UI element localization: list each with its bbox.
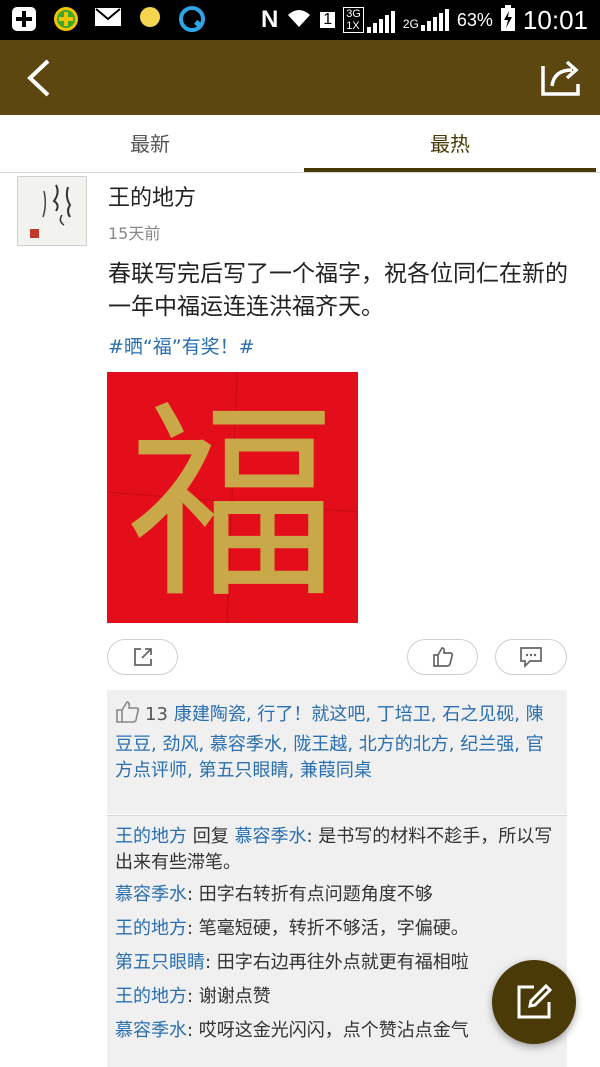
add-icon — [10, 6, 38, 34]
comment-user[interactable]: 慕容季水 — [115, 1020, 187, 1041]
compose-button[interactable] — [492, 960, 576, 1044]
comment-user[interactable]: 王的地方 — [115, 918, 187, 939]
fu-character-image: 福 — [107, 372, 358, 623]
comments-panel: 王的地方 回复 慕容季水: 是书写的材料不趁手，所以写出来有些滞笔。 慕容季水:… — [107, 815, 567, 1067]
post-tag[interactable]: #晒“福”有奖！# — [108, 332, 255, 359]
post-author[interactable]: 王的地方 — [108, 180, 196, 212]
sim-slot: 1 — [320, 12, 336, 28]
comment-text: : 哎呀这金光闪闪，点个赞沾点金气 — [187, 1020, 469, 1041]
comment-text: : 笔毫短硬，转折不够活，字偏硬。 — [187, 918, 469, 939]
plus-badge-icon — [52, 6, 80, 34]
share-button[interactable] — [107, 639, 178, 675]
nfc-icon: N — [260, 6, 279, 33]
reply-word: 回复 — [192, 826, 229, 847]
browser-icon — [178, 6, 206, 34]
tab-latest[interactable]: 最新 — [0, 115, 300, 173]
comment-user[interactable]: 王的地方 — [115, 986, 187, 1007]
comment-item: 慕容季水: 田字右转折有点问题角度不够 — [115, 882, 559, 908]
like-names[interactable]: 康建陶瓷, 行了！就这吧, 丁培卫, 石之见砚, 陳豆豆, 劲风, 慕容季水, … — [115, 704, 544, 781]
thumbs-up-icon — [115, 700, 141, 732]
comment-user[interactable]: 第五只眼睛 — [115, 952, 205, 973]
fu-character: 福 — [127, 382, 337, 623]
like-button[interactable] — [407, 639, 478, 675]
comment-text: : 田字右转折有点问题角度不够 — [187, 884, 433, 905]
comment-button[interactable] — [495, 639, 567, 675]
mail-icon — [94, 6, 122, 34]
comment-item: 慕容季水: 哎呀这金光闪闪，点个赞沾点金气 — [115, 1018, 559, 1044]
comment-item: 第五只眼睛: 田字右边再往外点就更有福相啦 — [115, 950, 559, 976]
thumbs-up-icon — [432, 647, 453, 667]
net-2g-label: 2G — [402, 17, 419, 31]
tab-bar: 最新 最热 — [0, 115, 600, 173]
clock: 10:01 — [522, 4, 588, 35]
net-1x-label: 1X — [346, 20, 360, 32]
wifi-icon — [286, 7, 312, 33]
comment-item: 王的地方 回复 慕容季水: 是书写的材料不趁手，所以写出来有些滞笔。 — [115, 824, 559, 876]
share-out-icon[interactable] — [540, 56, 584, 98]
tab-hottest[interactable]: 最热 — [300, 115, 600, 173]
comment-text: : 谢谢点赞 — [187, 986, 271, 1007]
like-count: 13 — [145, 704, 168, 725]
post-text: 春联写完后写了一个福字，祝各位同仁在新的一年中福运连连洪福齐天。 — [108, 261, 568, 320]
comment-text: : 田字右边再往外点就更有福相啦 — [205, 952, 469, 973]
comment-item: 王的地方: 笔毫短硬，转折不够活，字偏硬。 — [115, 916, 559, 942]
net-3g-label: 3G — [346, 8, 361, 20]
share-box-icon — [133, 648, 152, 666]
status-bar: N 1 3G 1X 2G 63% 10:01 — [0, 0, 600, 40]
battery-icon — [500, 5, 515, 35]
edit-pencil-icon — [517, 983, 553, 1019]
signal-3g-icon: 3G 1X — [343, 7, 395, 33]
post-image[interactable]: 福 — [107, 372, 358, 623]
comment-user[interactable]: 王的地方 — [115, 826, 187, 847]
signal-2g-icon: 2G — [403, 9, 449, 31]
chevron-left-icon[interactable] — [22, 58, 58, 98]
comment-icon — [520, 647, 542, 668]
reply-to-user[interactable]: 慕容季水 — [234, 826, 306, 847]
comment-user[interactable]: 慕容季水 — [115, 884, 187, 905]
post-time: 15天前 — [108, 224, 161, 243]
app-bar — [0, 40, 600, 115]
avatar[interactable] — [17, 176, 87, 246]
dot-icon — [136, 6, 164, 34]
likes-panel: 13 康建陶瓷, 行了！就这吧, 丁培卫, 石之见砚, 陳豆豆, 劲风, 慕容季水… — [107, 690, 567, 814]
battery-percent: 63% — [456, 9, 493, 30]
tab-indicator — [304, 168, 596, 172]
